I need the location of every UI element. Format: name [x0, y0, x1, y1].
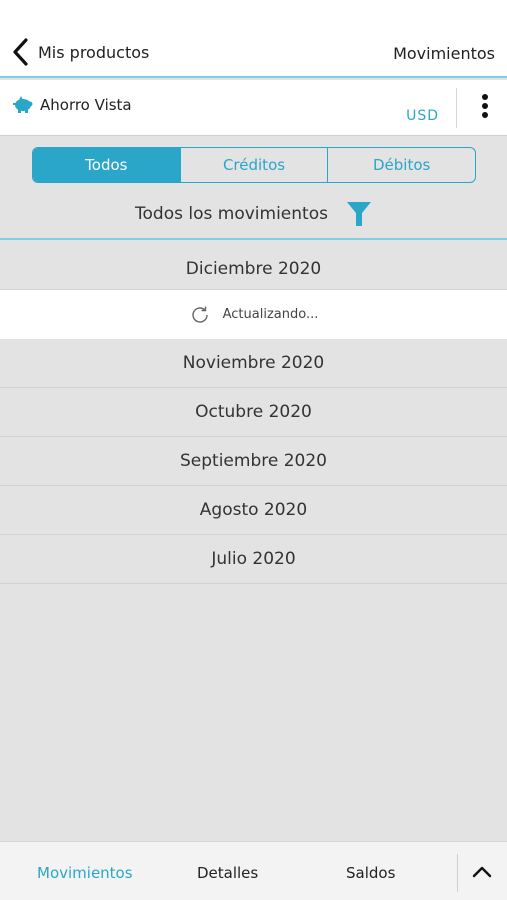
loading-row: Actualizando...	[0, 290, 507, 339]
chevron-up-icon[interactable]	[470, 860, 494, 884]
more-options-button[interactable]	[479, 94, 491, 122]
filter-row: Todos los movimientos	[0, 190, 507, 240]
refresh-spinner-icon	[191, 306, 208, 323]
back-button[interactable]: Mis productos	[10, 38, 149, 66]
piggy-bank-icon	[13, 96, 33, 113]
month-list: Diciembre 2020 Actualizando... Noviembre…	[0, 248, 507, 584]
chevron-left-icon	[13, 38, 28, 66]
month-row[interactable]: Octubre 2020	[0, 388, 507, 437]
month-row[interactable]: Noviembre 2020	[0, 339, 507, 388]
tab-debitos[interactable]: Débitos	[327, 148, 475, 182]
bottom-tab-bar: Movimientos Detalles Saldos	[0, 841, 507, 900]
divider	[457, 854, 458, 892]
month-row[interactable]: Julio 2020	[0, 535, 507, 584]
more-vertical-icon	[482, 94, 488, 100]
page-title: Movimientos	[393, 44, 495, 63]
tab-creditos[interactable]: Créditos	[179, 148, 328, 182]
filter-label[interactable]: Todos los movimientos	[135, 204, 328, 224]
movement-type-tabs: Todos Créditos Débitos	[32, 147, 476, 183]
month-row[interactable]: Agosto 2020	[0, 486, 507, 535]
currency-label: USD	[406, 108, 439, 124]
month-row[interactable]: Septiembre 2020	[0, 437, 507, 486]
tab-todos[interactable]: Todos	[33, 148, 180, 182]
account-selector[interactable]: Ahorro Vista	[12, 96, 132, 114]
tab-movimientos[interactable]: Movimientos	[37, 864, 133, 882]
filter-icon[interactable]	[346, 200, 372, 228]
top-bar: Mis productos Movimientos	[0, 0, 507, 78]
tab-saldos[interactable]: Saldos	[346, 864, 395, 882]
loading-text: Actualizando...	[222, 307, 319, 322]
divider	[456, 88, 457, 128]
account-name: Ahorro Vista	[40, 96, 132, 114]
tab-detalles[interactable]: Detalles	[197, 864, 258, 882]
back-label: Mis productos	[38, 42, 150, 62]
month-row-current[interactable]: Diciembre 2020	[0, 248, 507, 290]
account-bar: Ahorro Vista USD	[0, 80, 507, 136]
